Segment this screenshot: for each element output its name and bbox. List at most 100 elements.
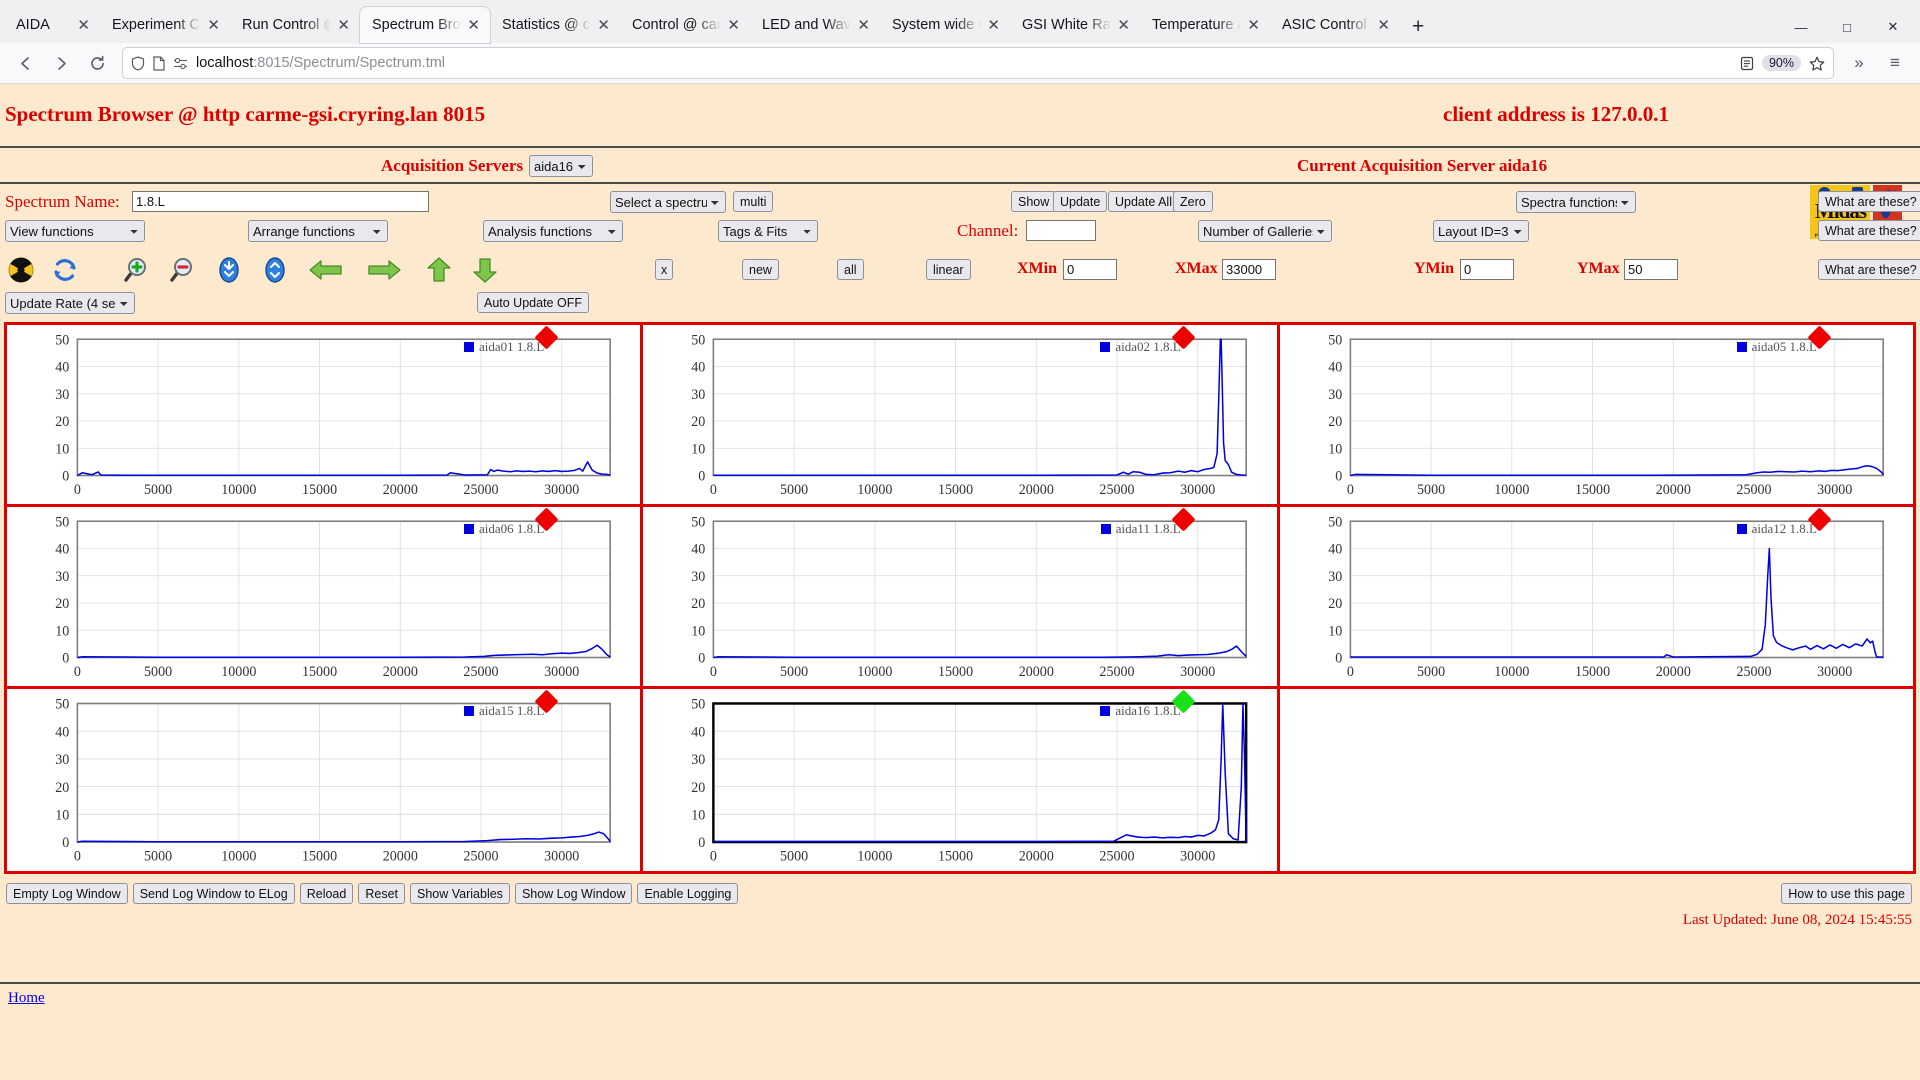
browser-tab-1[interactable]: Experiment Control ✕ [100, 7, 230, 43]
back-button[interactable] [8, 48, 42, 79]
xmax-input[interactable] [1222, 259, 1276, 280]
arrow-down-icon[interactable] [470, 255, 500, 285]
tab-close-icon[interactable]: ✕ [205, 18, 222, 33]
ymin-input[interactable] [1460, 259, 1514, 280]
show-variables-button[interactable]: Show Variables [410, 883, 510, 904]
reload-button[interactable] [80, 48, 114, 79]
arrow-left-icon[interactable] [307, 255, 345, 285]
zoom-level[interactable]: 90% [1761, 55, 1801, 71]
browser-tab-4[interactable]: Statistics @ carme ✕ [490, 7, 620, 43]
new-button[interactable]: new [742, 259, 779, 280]
x-tick-label: 20000 [1655, 664, 1690, 680]
refresh-cycle-icon[interactable] [50, 255, 80, 285]
new-tab-button[interactable]: + [1400, 16, 1436, 43]
zoom-in-icon[interactable] [122, 255, 152, 285]
app-menu-button[interactable]: ≡ [1878, 48, 1912, 79]
tab-close-icon[interactable]: ✕ [855, 18, 872, 33]
multi-button[interactable]: multi [733, 191, 774, 212]
browser-tab-10[interactable]: ASIC Control @ car ✕ [1270, 7, 1400, 43]
star-icon[interactable] [1809, 56, 1825, 71]
tab-close-icon[interactable]: ✕ [985, 18, 1002, 33]
browser-tab-5[interactable]: Control @ carme-g✕ [620, 7, 750, 43]
linear-button[interactable]: linear [926, 259, 971, 280]
what-are-these-button-2[interactable]: What are these? [1818, 220, 1920, 241]
spectrum-panel-aida06[interactable]: 0 10 20 30 40 50 0 5000 10000 15000 20000 25000 3000… [7, 507, 644, 686]
collapse-up-icon[interactable] [260, 255, 290, 285]
select-spectrum-dropdown[interactable]: Select a spectrum [610, 191, 726, 213]
number-of-galleries-dropdown[interactable]: Number of Galleries [1198, 220, 1332, 242]
xmin-input[interactable] [1063, 259, 1117, 280]
enable-logging-button[interactable]: Enable Logging [637, 883, 739, 904]
update-button[interactable]: Update [1053, 191, 1108, 212]
home-link[interactable]: Home [8, 990, 45, 1007]
analysis-functions-dropdown[interactable]: Analysis functions [483, 220, 623, 242]
update-rate-dropdown[interactable]: Update Rate (4 secs) [5, 292, 135, 314]
overflow-menu-button[interactable]: » [1842, 48, 1876, 79]
browser-tab-3[interactable]: Spectrum Browser ✕ [360, 7, 490, 43]
tab-close-icon[interactable]: ✕ [1375, 18, 1392, 33]
what-are-these-button-3[interactable]: What are these? [1818, 259, 1920, 280]
spectrum-panel-aida02[interactable]: 0 10 20 30 40 50 0 5000 10000 15000 20000 25000 3000… [643, 325, 1280, 504]
tab-close-icon[interactable]: ✕ [1115, 18, 1132, 33]
layout-id-dropdown[interactable]: Layout ID=3 [1433, 220, 1529, 242]
arrange-functions-dropdown[interactable]: Arrange functions [248, 220, 388, 242]
auto-update-button[interactable]: Auto Update OFF [477, 292, 589, 313]
x-tick-label: 25000 [463, 664, 498, 680]
show-button[interactable]: Show [1011, 191, 1057, 212]
reader-view-icon[interactable] [1740, 56, 1754, 71]
send-log-to-elog-button[interactable]: Send Log Window to ELog [132, 883, 295, 904]
maximize-button[interactable]: □ [1824, 20, 1870, 35]
spectrum-panel-aida15[interactable]: 0 10 20 30 40 50 0 5000 10000 15000 20000 25000 3000… [7, 689, 644, 871]
plot-legend: aida06 1.8.L [463, 521, 545, 537]
what-are-these-button-1[interactable]: What are these? [1818, 191, 1920, 212]
tab-close-icon[interactable]: ✕ [75, 18, 92, 33]
empty-log-window-button[interactable]: Empty Log Window [6, 883, 128, 904]
tab-close-icon[interactable]: ✕ [1245, 18, 1262, 33]
browser-tab-9[interactable]: Temperature and st ✕ [1140, 7, 1270, 43]
tab-close-icon[interactable]: ✕ [595, 18, 612, 33]
x-button[interactable]: x [655, 259, 674, 280]
expand-down-icon[interactable] [214, 255, 244, 285]
minimize-button[interactable]: — [1778, 20, 1824, 35]
y-tick-label: 50 [1328, 332, 1342, 348]
legend-label: aida06 1.8.L [478, 521, 545, 536]
acquisition-server-select[interactable]: aida16 [529, 155, 593, 177]
zero-button[interactable]: Zero [1173, 191, 1213, 212]
tags-fits-dropdown[interactable]: Tags & Fits [718, 220, 818, 242]
forward-button[interactable] [44, 48, 78, 79]
browser-tab-7[interactable]: System wide Check ✕ [880, 7, 1010, 43]
arrow-up-icon[interactable] [424, 255, 454, 285]
reload-button-footer[interactable]: Reload [299, 883, 354, 904]
all-button[interactable]: all [837, 259, 864, 280]
show-log-window-button[interactable]: Show Log Window [514, 883, 633, 904]
close-window-button[interactable]: ✕ [1870, 19, 1916, 35]
spectra-functions-dropdown[interactable]: Spectra functions [1516, 191, 1636, 213]
x-tick-label: 5000 [1417, 482, 1445, 498]
channel-input[interactable] [1026, 220, 1096, 241]
tab-close-icon[interactable]: ✕ [725, 18, 742, 33]
tab-close-icon[interactable]: ✕ [335, 18, 352, 33]
reset-button[interactable]: Reset [358, 883, 405, 904]
spectrum-panel-aida05[interactable]: 0 10 20 30 40 50 0 5000 10000 15000 20000 25000 3000… [1279, 325, 1913, 504]
browser-tab-6[interactable]: LED and Waveform ✕ [750, 7, 880, 43]
permissions-icon[interactable] [173, 57, 188, 70]
tab-close-icon[interactable]: ✕ [465, 18, 482, 33]
update-all-button[interactable]: Update All [1108, 191, 1179, 212]
browser-tab-0[interactable]: AIDA ✕ [4, 7, 100, 43]
browser-tab-2[interactable]: Run Control @ carme ✕ [230, 7, 360, 43]
y-tick-label: 20 [55, 596, 69, 612]
ymax-label: YMax [1577, 260, 1620, 277]
spectrum-name-input[interactable] [132, 191, 429, 212]
arrow-right-icon[interactable] [365, 255, 403, 285]
spectrum-panel-aida12[interactable]: 0 10 20 30 40 50 0 5000 10000 15000 20000 25000 3000… [1279, 507, 1913, 686]
browser-tab-8[interactable]: GSI White Rabbit Ti ✕ [1010, 7, 1140, 43]
spectrum-panel-aida01[interactable]: 0 10 20 30 40 50 0 5000 10000 15000 20000 25000 3000… [7, 325, 644, 504]
spectrum-panel-aida16[interactable]: 0 10 20 30 40 50 0 5000 10000 15000 20000 25000 3000… [643, 689, 1280, 871]
spectrum-panel-aida11[interactable]: 0 10 20 30 40 50 0 5000 10000 15000 20000 25000 3000… [643, 507, 1280, 686]
address-bar[interactable]: localhost:8015/Spectrum/Spectrum.tml 90% [122, 47, 1834, 79]
zoom-out-icon[interactable] [168, 255, 198, 285]
view-functions-dropdown[interactable]: View functions [5, 220, 145, 242]
how-to-use-this-page-button[interactable]: How to use this page [1781, 883, 1912, 904]
radiation-icon[interactable] [6, 255, 36, 285]
ymax-input[interactable] [1624, 259, 1678, 280]
